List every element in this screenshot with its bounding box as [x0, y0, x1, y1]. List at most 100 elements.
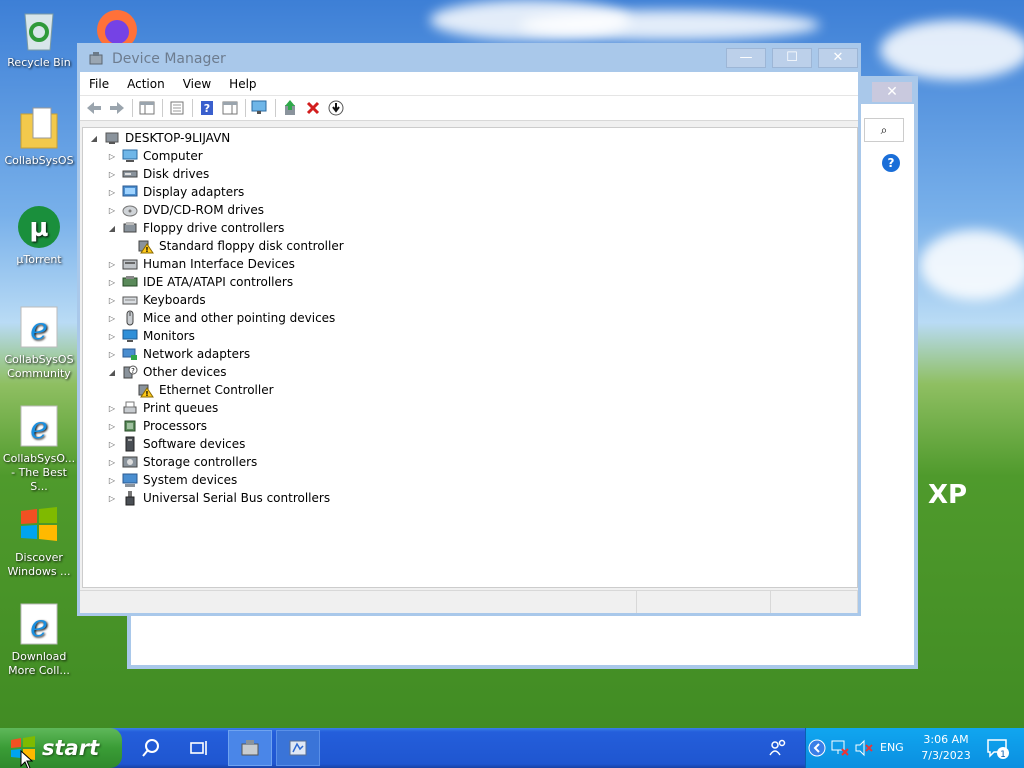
desktop-icon-discover-windows[interactable]: Discover Windows ...: [2, 503, 76, 579]
tree-node[interactable]: ▷ IDE ATA/ATAPI controllers: [83, 273, 857, 291]
task-view-button[interactable]: [186, 730, 212, 766]
tree-node-label: System devices: [143, 473, 238, 487]
action-pane-button[interactable]: [219, 98, 241, 118]
language-indicator[interactable]: ENG: [880, 741, 904, 754]
back-button[interactable]: [83, 98, 105, 118]
tree-node[interactable]: ▷ Print queues: [83, 399, 857, 417]
tree-node[interactable]: ▷ System devices: [83, 471, 857, 489]
expand-arrow-icon[interactable]: ▷: [105, 422, 119, 431]
menu-file[interactable]: File: [80, 77, 118, 91]
network-disconnected-icon[interactable]: [830, 739, 850, 760]
tree-node[interactable]: ▷ Software devices: [83, 435, 857, 453]
device-manager-window[interactable]: Device Manager — ☐ ✕ File Action View He…: [77, 43, 861, 616]
search-icon[interactable]: ⌕: [864, 118, 904, 142]
collapse-arrow-icon[interactable]: ◢: [87, 134, 101, 143]
tree-node[interactable]: ▷ Monitors: [83, 327, 857, 345]
disable-device-button[interactable]: [325, 98, 347, 118]
forward-button[interactable]: [106, 98, 128, 118]
search-icon: [142, 739, 159, 757]
expand-arrow-icon[interactable]: ▷: [105, 314, 119, 323]
expand-arrow-icon[interactable]: ▷: [105, 296, 119, 305]
collapse-arrow-icon[interactable]: ◢: [105, 224, 119, 233]
expand-arrow-icon[interactable]: ▷: [105, 170, 119, 179]
desktop-icon-collabsysos-best[interactable]: e CollabSysO... - The Best S...: [2, 404, 76, 494]
start-button[interactable]: start: [0, 728, 122, 768]
desktop-icon-utorrent[interactable]: µ µTorrent: [2, 205, 76, 267]
update-driver-button[interactable]: [279, 98, 301, 118]
background-window-close-button[interactable]: ✕: [872, 82, 912, 102]
expand-arrow-icon[interactable]: ▷: [105, 458, 119, 467]
expand-arrow-icon[interactable]: ▷: [105, 152, 119, 161]
menu-action[interactable]: Action: [118, 77, 174, 91]
search-button[interactable]: [138, 730, 164, 766]
desktop-icon-label: µTorrent: [16, 253, 62, 266]
volume-muted-icon[interactable]: [854, 739, 874, 760]
tree-node[interactable]: ▷ DVD/CD-ROM drives: [83, 201, 857, 219]
expand-arrow-icon[interactable]: ▷: [105, 332, 119, 341]
monitor-icon: [122, 328, 138, 344]
tree-root[interactable]: ◢ DESKTOP-9LIJAVN: [83, 129, 857, 147]
collapse-arrow-icon[interactable]: ◢: [105, 368, 119, 377]
uninstall-device-button[interactable]: [302, 98, 324, 118]
red-x-icon: [306, 101, 320, 115]
tree-node[interactable]: ▷ Universal Serial Bus controllers: [83, 489, 857, 507]
close-button[interactable]: ✕: [818, 48, 858, 68]
desktop-icon-collabsysos[interactable]: CollabSysOS: [2, 106, 76, 168]
properties-button[interactable]: [166, 98, 188, 118]
action-center-button[interactable]: 1: [986, 738, 1010, 763]
desktop-icon-collabsysos-community[interactable]: e CollabSysOS Community: [2, 305, 76, 381]
tree-node[interactable]: ▷ Network adapters: [83, 345, 857, 363]
expand-arrow-icon[interactable]: ▷: [105, 278, 119, 287]
desktop-icon-recycle-bin[interactable]: Recycle Bin: [2, 8, 76, 70]
minimize-button[interactable]: —: [726, 48, 766, 68]
taskbar-control-panel[interactable]: [276, 730, 320, 766]
expand-arrow-icon[interactable]: ▷: [105, 260, 119, 269]
taskbar-device-manager[interactable]: [228, 730, 272, 766]
expand-arrow-icon[interactable]: ▷: [105, 206, 119, 215]
tree-node-label: Ethernet Controller: [159, 383, 274, 397]
desktop-icon-label: CollabSysOS Community: [4, 353, 74, 380]
properties-icon: [170, 101, 184, 115]
tree-node[interactable]: ▷ Mice and other pointing devices: [83, 309, 857, 327]
tree-node[interactable]: ▷ Computer: [83, 147, 857, 165]
network-adapter-icon: [122, 346, 138, 362]
clock[interactable]: 3:06 AM 7/3/2023: [920, 732, 972, 764]
expand-arrow-icon[interactable]: ▷: [105, 350, 119, 359]
tree-node[interactable]: ▷ Processors: [83, 417, 857, 435]
help-button[interactable]: ?: [196, 98, 218, 118]
help-icon[interactable]: ?: [882, 154, 900, 172]
titlebar[interactable]: Device Manager — ☐ ✕: [80, 46, 858, 72]
folder-document-icon: [17, 106, 61, 150]
tree-node[interactable]: ▷ Human Interface Devices: [83, 255, 857, 273]
people-button[interactable]: [766, 730, 790, 766]
tree-node[interactable]: ◢ Floppy drive controllers: [83, 219, 857, 237]
status-bar: [80, 590, 858, 613]
tree-node-label: Other devices: [143, 365, 227, 379]
show-hide-console-tree-button[interactable]: [136, 98, 158, 118]
maximize-button[interactable]: ☐: [772, 48, 812, 68]
show-hidden-icons-icon[interactable]: [808, 739, 826, 760]
people-icon: [769, 739, 786, 756]
desktop-icon-label: Recycle Bin: [7, 56, 71, 69]
tree-node[interactable]: ▷ Storage controllers: [83, 453, 857, 471]
tree-node[interactable]: ! Standard floppy disk controller: [83, 237, 857, 255]
tree-node[interactable]: ◢? Other devices: [83, 363, 857, 381]
device-tree[interactable]: ◢ DESKTOP-9LIJAVN ▷ Computer ▷ Disk drives ▷…: [82, 127, 858, 588]
display-adapter-icon: [122, 184, 138, 200]
tree-node[interactable]: ! Ethernet Controller: [83, 381, 857, 399]
menu-help[interactable]: Help: [220, 77, 265, 91]
expand-arrow-icon[interactable]: ▷: [105, 476, 119, 485]
expand-arrow-icon[interactable]: ▷: [105, 494, 119, 503]
tree-node[interactable]: ▷ Display adapters: [83, 183, 857, 201]
expand-arrow-icon[interactable]: ▷: [105, 440, 119, 449]
expand-arrow-icon[interactable]: ▷: [105, 188, 119, 197]
desktop-icon-download-more[interactable]: e Download More Coll...: [2, 602, 76, 678]
scan-hardware-button[interactable]: [249, 98, 271, 118]
expand-arrow-icon[interactable]: ▷: [105, 404, 119, 413]
tree-node-label: Standard floppy disk controller: [159, 239, 344, 253]
device-manager-icon: [241, 740, 259, 756]
tree-node[interactable]: ▷ Keyboards: [83, 291, 857, 309]
tree-node[interactable]: ▷ Disk drives: [83, 165, 857, 183]
storage-controller-icon: [122, 454, 138, 470]
menu-view[interactable]: View: [174, 77, 220, 91]
